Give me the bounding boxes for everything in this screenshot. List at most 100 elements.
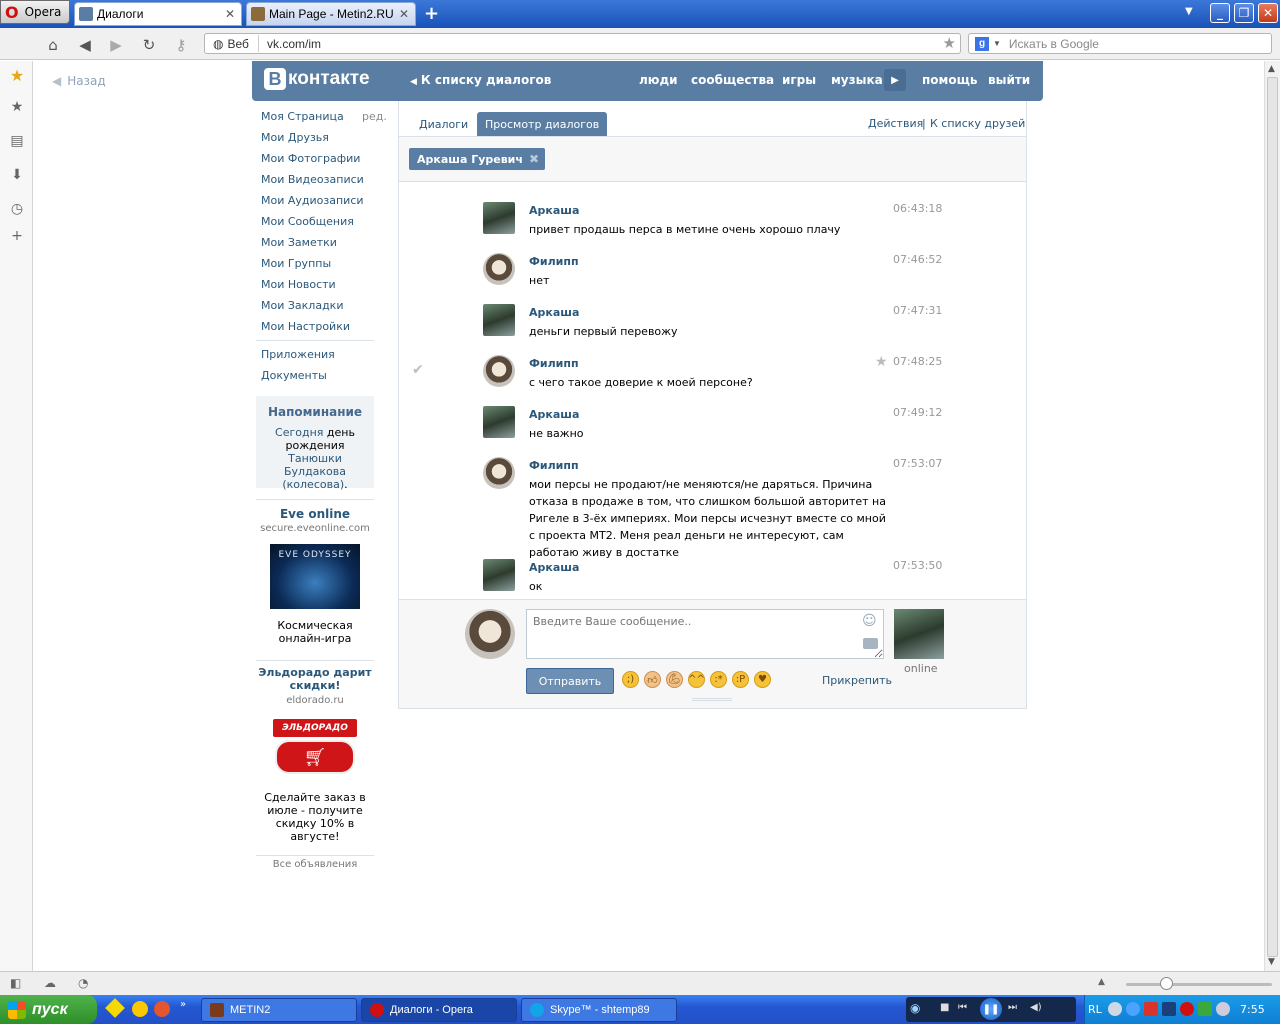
reminder-friend-link[interactable]: Танюшки Булдакова (колесова) bbox=[282, 452, 346, 491]
minimize-icon[interactable]: _ bbox=[1210, 3, 1230, 23]
tray-icon[interactable] bbox=[1216, 1002, 1230, 1016]
tab-close-icon[interactable]: ✕ bbox=[225, 7, 235, 21]
menu-bookmarks[interactable]: Мои Закладки bbox=[261, 299, 343, 312]
tab-metin2[interactable]: Main Page - Metin2.RU ✕ bbox=[246, 2, 416, 26]
menu-notes[interactable]: Мои Заметки bbox=[261, 236, 337, 249]
camera-icon[interactable] bbox=[863, 638, 878, 649]
zoom-slider-thumb[interactable] bbox=[1160, 977, 1173, 990]
quicklaunch-icon[interactable] bbox=[132, 1001, 148, 1017]
vk-logo[interactable]: Вконтакте bbox=[264, 68, 370, 90]
resize-handle[interactable] bbox=[692, 698, 732, 701]
message-author[interactable]: Филипп bbox=[529, 357, 579, 370]
next-icon[interactable]: ⏭︎ bbox=[1008, 1002, 1017, 1013]
smile-emoji-icon[interactable]: ^^ bbox=[688, 671, 705, 688]
actions-link[interactable]: Действия bbox=[868, 117, 923, 130]
friends-list-link[interactable]: К списку друзей bbox=[930, 117, 1025, 130]
ad-eve-url[interactable]: secure.eveonline.com bbox=[256, 523, 374, 534]
menu-videos[interactable]: Мои Видеозаписи bbox=[261, 173, 364, 186]
tray-icon[interactable] bbox=[1198, 1002, 1212, 1016]
menu-messages[interactable]: Мои Сообщения bbox=[261, 215, 354, 228]
more-icon[interactable]: » bbox=[180, 999, 186, 1010]
nav-games[interactable]: игры bbox=[782, 73, 816, 87]
nav-help[interactable]: помощь bbox=[922, 73, 977, 87]
message-author[interactable]: Филипп bbox=[529, 255, 579, 268]
avatar[interactable] bbox=[483, 202, 515, 234]
pause-icon[interactable]: ❚❚ bbox=[980, 998, 1002, 1020]
speed-dial-star-icon[interactable]: ★ bbox=[8, 66, 26, 85]
tab-dialogs[interactable]: Диалоги ✕ bbox=[74, 2, 242, 26]
back-icon[interactable]: ◀ bbox=[76, 36, 94, 54]
clock[interactable]: 7:55 bbox=[1240, 1003, 1265, 1016]
downloads-icon[interactable]: ⬇ bbox=[8, 166, 26, 184]
scroll-thumb[interactable] bbox=[1267, 77, 1278, 957]
select-check-icon[interactable]: ✔ bbox=[412, 362, 424, 378]
window-close-icon[interactable]: ✕ bbox=[1258, 3, 1278, 23]
menu-settings[interactable]: Мои Настройки bbox=[261, 320, 350, 333]
media-player-icon[interactable]: ◉ bbox=[910, 1001, 920, 1015]
thumbs-up-emoji-icon[interactable]: 👍︎ bbox=[644, 671, 661, 688]
message-author[interactable]: Аркаша bbox=[529, 561, 579, 574]
chevron-down-icon[interactable]: ▼ bbox=[993, 39, 1001, 48]
menu-groups[interactable]: Мои Группы bbox=[261, 257, 331, 270]
add-panel-icon[interactable]: + bbox=[8, 227, 26, 245]
avatar[interactable] bbox=[483, 304, 515, 336]
history-icon[interactable]: ◷ bbox=[8, 200, 26, 218]
ad-eve-image[interactable]: EVE ODYSSEY bbox=[270, 544, 360, 609]
message-author[interactable]: Аркаша bbox=[529, 306, 579, 319]
message-author[interactable]: Аркаша bbox=[529, 204, 579, 217]
panel-toggle-icon[interactable]: ◧ bbox=[10, 976, 21, 990]
nav-communities[interactable]: сообщества bbox=[691, 73, 774, 87]
new-tab-icon[interactable]: + bbox=[424, 3, 439, 24]
menu-apps[interactable]: Приложения bbox=[261, 348, 335, 361]
avatar[interactable] bbox=[483, 253, 515, 285]
peer-avatar[interactable] bbox=[894, 609, 944, 659]
muscle-emoji-icon[interactable]: 💪︎ bbox=[666, 671, 683, 688]
start-button[interactable]: пуск bbox=[0, 995, 97, 1024]
scroll-up-icon[interactable]: ▲ bbox=[1268, 64, 1275, 74]
kiss-emoji-icon[interactable]: :* bbox=[710, 671, 727, 688]
avatar[interactable] bbox=[483, 559, 515, 591]
menu-my-page[interactable]: Моя Страница bbox=[261, 110, 344, 123]
ad-eve-text[interactable]: Космическая онлайн-игра bbox=[256, 619, 374, 645]
speed-icon[interactable]: ◔ bbox=[78, 976, 88, 990]
edit-link[interactable]: ред. bbox=[362, 110, 387, 123]
ad-eldorado-image[interactable]: ЭЛЬДОРАДО 🛒︎ bbox=[273, 719, 357, 777]
stop-icon[interactable]: ■ bbox=[940, 1002, 949, 1013]
bookmarks-icon[interactable]: ★ bbox=[8, 98, 26, 116]
ad-eldorado-url[interactable]: eldorado.ru bbox=[256, 695, 374, 706]
menu-audio[interactable]: Мои Аудиозаписи bbox=[261, 194, 364, 207]
peer-chip[interactable]: Аркаша Гуревич ✖ bbox=[409, 148, 546, 170]
menu-friends[interactable]: Мои Друзья bbox=[261, 131, 329, 144]
avatar[interactable] bbox=[483, 355, 515, 387]
important-star-icon[interactable]: ★ bbox=[875, 354, 888, 370]
tray-icon[interactable] bbox=[1144, 1002, 1158, 1016]
avatar[interactable] bbox=[483, 457, 515, 489]
tab-view-dialogs[interactable]: Просмотр диалогов bbox=[477, 112, 608, 136]
web-badge[interactable]: ◍ Веб bbox=[207, 35, 259, 52]
back-link[interactable]: ◀ Назад bbox=[52, 74, 106, 88]
reload-icon[interactable]: ↻ bbox=[140, 36, 158, 54]
tab-dialogs-list[interactable]: Диалоги bbox=[411, 112, 476, 136]
forward-icon[interactable]: ▶ bbox=[107, 36, 125, 54]
attach-link[interactable]: Прикрепить bbox=[822, 674, 892, 687]
all-ads-link[interactable]: Все объявления bbox=[256, 859, 374, 870]
task-opera[interactable]: Диалоги - Opera bbox=[361, 998, 517, 1022]
ad-eve-title[interactable]: Eve online bbox=[256, 507, 374, 521]
message-author[interactable]: Аркаша bbox=[529, 408, 579, 421]
message-input[interactable] bbox=[526, 609, 884, 659]
task-metin2[interactable]: METIN2 bbox=[201, 998, 357, 1022]
language-indicator[interactable]: RL bbox=[1088, 1003, 1102, 1016]
menu-news[interactable]: Мои Новости bbox=[261, 278, 336, 291]
menu-photos[interactable]: Мои Фотографии bbox=[261, 152, 360, 165]
wink-emoji-icon[interactable]: ;) bbox=[622, 671, 639, 688]
menu-documents[interactable]: Документы bbox=[261, 369, 327, 382]
volume-icon[interactable]: ◀) bbox=[1030, 1002, 1042, 1013]
key-icon[interactable]: ⚷ bbox=[172, 36, 190, 54]
heart-eyes-emoji-icon[interactable]: ♥ bbox=[754, 671, 771, 688]
tongue-emoji-icon[interactable]: :P bbox=[732, 671, 749, 688]
close-icon[interactable]: ✖ bbox=[529, 152, 539, 166]
home-icon[interactable]: ⌂ bbox=[44, 36, 62, 54]
notes-icon[interactable]: ▤ bbox=[8, 132, 26, 150]
cloud-icon[interactable]: ☁ bbox=[44, 976, 56, 990]
restore-icon[interactable]: ❐ bbox=[1234, 3, 1254, 23]
